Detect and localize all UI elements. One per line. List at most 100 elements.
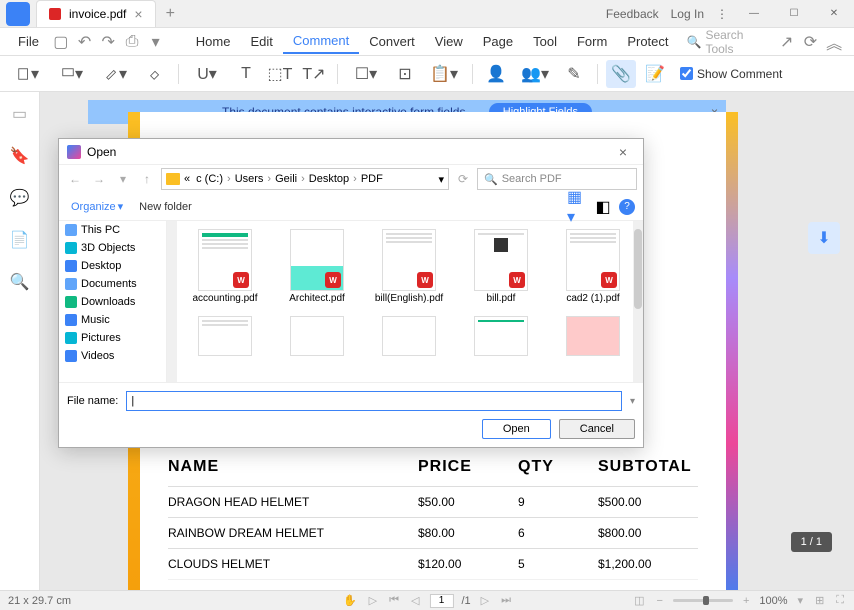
file-bill[interactable]: W bill.pdf xyxy=(461,229,541,304)
print-icon[interactable]: ⎙ xyxy=(120,31,144,53)
people-tool[interactable]: 👥▾ xyxy=(515,60,555,88)
breadcrumb-dropdown-icon[interactable]: ▾ xyxy=(438,173,444,186)
feedback-link[interactable]: Feedback xyxy=(606,7,659,21)
nav-back-icon[interactable]: ← xyxy=(65,169,85,189)
file-bill-english[interactable]: W bill(English).pdf xyxy=(369,229,449,304)
fit-tool-icon[interactable]: ◫ xyxy=(632,594,646,607)
more-icon[interactable]: ⋮ xyxy=(716,7,728,21)
underline-tool[interactable]: U▾ xyxy=(187,60,227,88)
file-architect[interactable]: W Architect.pdf xyxy=(277,229,357,304)
menu-edit[interactable]: Edit xyxy=(240,30,282,53)
menu-tool[interactable]: Tool xyxy=(523,30,567,53)
undo-icon[interactable]: ↶ xyxy=(73,31,97,53)
zoom-dropdown-icon[interactable]: ▾ xyxy=(796,594,806,607)
view-mode-icon[interactable]: ▦ ▾ xyxy=(567,198,587,216)
select-tool-icon[interactable]: ▷ xyxy=(367,594,379,607)
help-icon[interactable]: ? xyxy=(619,199,635,215)
file-partial-4[interactable] xyxy=(461,316,541,356)
file-cad2[interactable]: W cad2 (1).pdf xyxy=(553,229,633,304)
sidebar-pictures[interactable]: Pictures xyxy=(59,329,166,347)
sidebar-desktop[interactable]: Desktop xyxy=(59,257,166,275)
login-link[interactable]: Log In xyxy=(671,7,704,21)
text-callout-tool[interactable]: T↗ xyxy=(299,60,329,88)
fullscreen-icon[interactable]: ⛶ xyxy=(834,594,846,607)
menu-protect[interactable]: Protect xyxy=(617,30,678,53)
file-partial-5[interactable] xyxy=(553,316,633,356)
sidebar-3d-objects[interactable]: 3D Objects xyxy=(59,239,166,257)
menu-page[interactable]: Page xyxy=(473,30,523,53)
open-button[interactable]: Open xyxy=(482,419,551,439)
menu-form[interactable]: Form xyxy=(567,30,617,53)
sidebar-music[interactable]: Music xyxy=(59,311,166,329)
hand-tool-icon[interactable]: ✋ xyxy=(341,594,359,607)
stamp-tool[interactable]: 📋▾ xyxy=(424,60,464,88)
external-link-icon[interactable]: ↗ xyxy=(775,31,799,53)
sidebar-this-pc[interactable]: This PC xyxy=(59,221,166,239)
sidebar-scrollbar[interactable] xyxy=(167,221,177,382)
preview-pane-icon[interactable]: ◧ xyxy=(593,198,613,216)
cancel-button[interactable]: Cancel xyxy=(559,419,635,439)
organize-button[interactable]: Organize ▾ xyxy=(67,198,127,215)
close-window-button[interactable]: ✕ xyxy=(820,4,848,24)
last-page-icon[interactable]: ⏭ xyxy=(499,594,513,607)
show-comment-toggle[interactable]: Show Comment xyxy=(674,67,788,81)
text-tool[interactable]: T xyxy=(231,60,261,88)
sidebar-videos[interactable]: Videos xyxy=(59,347,166,365)
fit-page-icon[interactable]: ⊞ xyxy=(813,594,826,607)
cloud-icon[interactable]: ⟳ xyxy=(799,31,823,53)
add-tab-button[interactable]: + xyxy=(156,5,185,23)
redo-icon[interactable]: ↷ xyxy=(96,31,120,53)
maximize-button[interactable]: ☐ xyxy=(780,4,808,24)
save-icon[interactable]: ▢ xyxy=(49,31,73,53)
shape-tool[interactable]: ☐▾ xyxy=(346,60,386,88)
menu-home[interactable]: Home xyxy=(186,30,241,53)
menu-comment[interactable]: Comment xyxy=(283,29,359,54)
person-tool[interactable]: 👤 xyxy=(481,60,511,88)
attachments-icon[interactable]: 📄 xyxy=(8,228,32,252)
notes-panel-tool[interactable]: 📝 xyxy=(640,60,670,88)
textbox-tool[interactable]: ⬚T xyxy=(265,60,295,88)
download-button[interactable]: ⬇ xyxy=(808,222,840,254)
zoom-slider[interactable] xyxy=(673,599,733,602)
sidebar-downloads[interactable]: Downloads xyxy=(59,293,166,311)
dialog-search[interactable]: 🔍 Search PDF xyxy=(477,168,637,190)
file-accounting[interactable]: W accounting.pdf xyxy=(185,229,265,304)
show-comment-checkbox[interactable] xyxy=(680,67,693,80)
search-tools[interactable]: 🔍 Search Tools xyxy=(679,28,775,56)
file-partial-2[interactable] xyxy=(277,316,357,356)
search-panel-icon[interactable]: 🔍 xyxy=(8,270,32,294)
filetype-dropdown-icon[interactable]: ▾ xyxy=(630,396,635,407)
new-folder-button[interactable]: New folder xyxy=(135,199,196,215)
measure-tool[interactable]: ⊡ xyxy=(390,60,420,88)
eraser-tool[interactable] xyxy=(140,60,170,88)
file-partial-1[interactable] xyxy=(185,316,265,356)
thumbnails-icon[interactable]: ▭ xyxy=(8,102,32,126)
dialog-close-button[interactable]: × xyxy=(611,142,635,162)
attachment-tool[interactable]: 📎 xyxy=(606,60,636,88)
zoom-out-icon[interactable]: − xyxy=(655,595,665,607)
nav-forward-icon[interactable]: → xyxy=(89,169,109,189)
collapse-icon[interactable]: ︽ xyxy=(822,31,846,53)
comment-panel-icon[interactable]: 💬 xyxy=(8,186,32,210)
nav-up-icon[interactable]: ↑ xyxy=(137,169,157,189)
file-partial-3[interactable] xyxy=(369,316,449,356)
page-number-input[interactable] xyxy=(429,594,453,608)
menu-file[interactable]: File xyxy=(8,30,49,53)
filename-input[interactable] xyxy=(126,391,622,411)
bookmark-icon[interactable]: 🔖 xyxy=(8,144,32,168)
menu-convert[interactable]: Convert xyxy=(359,30,425,53)
signature-tool[interactable]: ✎ xyxy=(559,60,589,88)
pencil-tool[interactable]: ▾ xyxy=(96,60,136,88)
prev-page-icon[interactable]: ◁ xyxy=(409,594,421,607)
document-tab[interactable]: invoice.pdf × xyxy=(36,0,156,27)
dropdown-icon[interactable]: ▾ xyxy=(144,31,168,53)
note-tool[interactable]: ▾ xyxy=(8,60,48,88)
sidebar-documents[interactable]: Documents xyxy=(59,275,166,293)
zoom-in-icon[interactable]: + xyxy=(741,595,751,607)
menu-view[interactable]: View xyxy=(425,30,473,53)
minimize-button[interactable]: — xyxy=(740,4,768,24)
refresh-icon[interactable]: ⟳ xyxy=(453,169,473,189)
breadcrumb[interactable]: « c (C:) › Users › Geili › Desktop › PDF… xyxy=(161,168,449,190)
first-page-icon[interactable]: ⏮ xyxy=(387,594,401,607)
files-scrollbar[interactable] xyxy=(633,221,643,382)
